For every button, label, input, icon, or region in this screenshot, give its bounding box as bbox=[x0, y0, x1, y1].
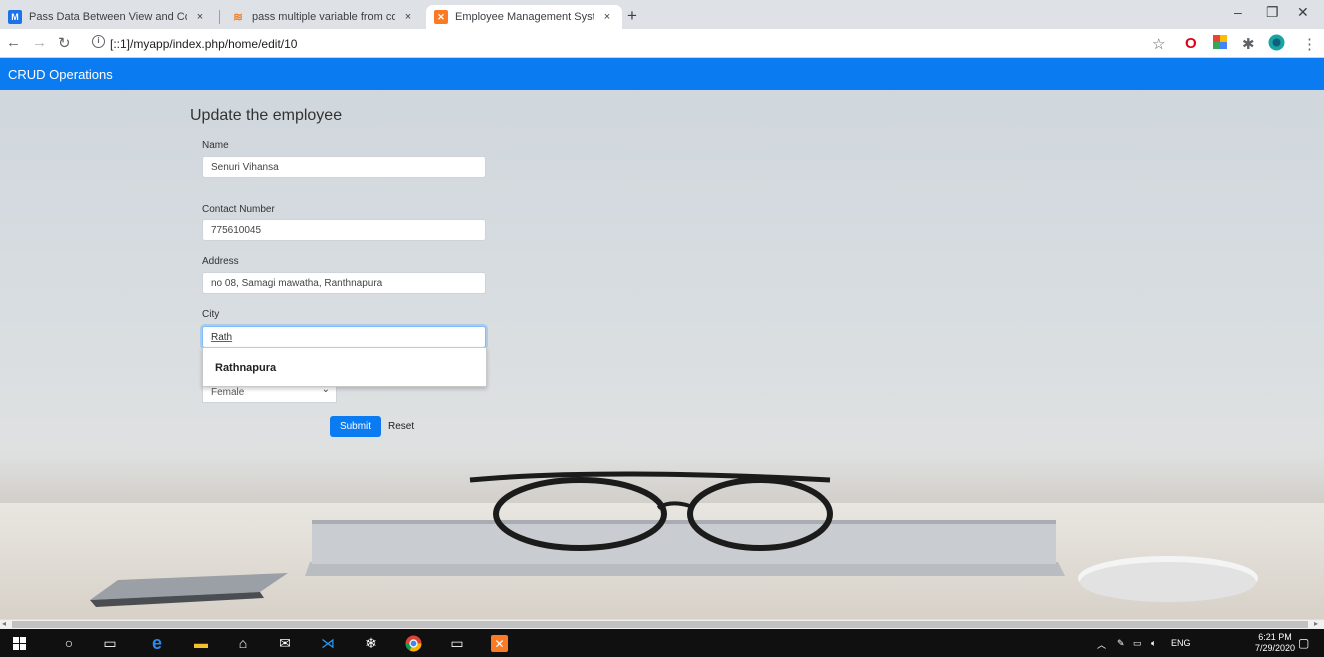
reset-button[interactable]: Reset bbox=[388, 416, 414, 437]
clock-time: 6:21 PM bbox=[1258, 632, 1292, 642]
windows-taskbar: ○ ▭ e ▬ ⌂ ✉ ⋊ ❄ ▭ ✕ ︿ ✎ ▭ 🔈︎ ENG 6:21 PM… bbox=[0, 629, 1324, 657]
address-bar[interactable]: [::1]/myapp/index.php/home/edit/10 bbox=[110, 37, 297, 51]
chevron-up-icon[interactable]: ︿ bbox=[1097, 638, 1106, 651]
xampp-icon: ✕ bbox=[434, 10, 448, 24]
terminal-icon[interactable]: ▭ bbox=[446, 633, 468, 653]
forward-arrow-icon[interactable]: → bbox=[32, 34, 47, 51]
opera-extension-icon[interactable]: O bbox=[1185, 35, 1197, 52]
back-arrow-icon[interactable]: ← bbox=[6, 34, 21, 51]
vscode-icon[interactable]: ⋊ bbox=[317, 633, 339, 653]
navbar: CRUD Operations bbox=[0, 58, 1324, 90]
edge-browser-icon[interactable]: e bbox=[146, 633, 168, 653]
tab-pass-multiple-variable[interactable]: ≋ pass multiple variable from contr × bbox=[223, 5, 423, 29]
start-windows-icon[interactable] bbox=[8, 633, 30, 653]
store-bag-icon[interactable]: ⌂ bbox=[232, 633, 254, 653]
scroll-left-icon[interactable]: ◂ bbox=[2, 619, 6, 628]
name-label: Name bbox=[202, 140, 229, 151]
profile-avatar[interactable] bbox=[1268, 34, 1285, 55]
city-autocomplete-dropdown: Rathnapura bbox=[202, 347, 487, 387]
task-view-icon[interactable]: ▭ bbox=[99, 633, 121, 653]
bookmark-star-icon[interactable]: ☆ bbox=[1152, 35, 1165, 53]
tab-pass-data[interactable]: M Pass Data Between View and Cor × bbox=[0, 5, 215, 29]
volume-icon[interactable]: 🔈︎ bbox=[1151, 638, 1156, 649]
pen-icon[interactable]: ✎ bbox=[1117, 638, 1125, 649]
system-clock[interactable]: 6:21 PM 7/29/2020 bbox=[1255, 632, 1295, 654]
reload-icon[interactable]: ↻ bbox=[58, 34, 71, 52]
browser-toolbar: ← → ↻ i [::1]/myapp/index.php/home/edit/… bbox=[0, 29, 1324, 58]
tab-employee-management[interactable]: ✕ Employee Management System × bbox=[426, 5, 622, 29]
xampp-taskbar-icon[interactable]: ✕ bbox=[488, 633, 510, 653]
autocomplete-option[interactable]: Rathnapura bbox=[215, 362, 276, 374]
city-input[interactable]: Rath bbox=[202, 326, 486, 348]
close-window-button[interactable]: ✕ bbox=[1297, 4, 1309, 21]
tab-title: Pass Data Between View and Cor bbox=[29, 11, 187, 23]
language-indicator[interactable]: ENG bbox=[1171, 638, 1191, 648]
tab-title: pass multiple variable from contr bbox=[252, 11, 395, 23]
browser-tab-strip: M Pass Data Between View and Cor × ≋ pas… bbox=[0, 0, 1324, 29]
search-circle-icon[interactable]: ○ bbox=[58, 633, 80, 653]
stackoverflow-icon: ≋ bbox=[232, 10, 244, 24]
chevron-down-icon: ⌄ bbox=[321, 387, 330, 395]
scrollbar-thumb[interactable] bbox=[12, 621, 1308, 628]
color-extension-icon[interactable] bbox=[1213, 35, 1227, 53]
contact-number-label: Contact Number bbox=[202, 204, 275, 215]
chrome-icon[interactable] bbox=[402, 633, 424, 653]
address-label: Address bbox=[202, 256, 239, 267]
new-tab-button[interactable]: + bbox=[627, 6, 637, 26]
close-icon[interactable]: × bbox=[600, 11, 614, 23]
mail-icon[interactable]: ✉ bbox=[274, 633, 296, 653]
extensions-puzzle-icon[interactable]: ✱ bbox=[1242, 35, 1255, 53]
svg-text:✕: ✕ bbox=[494, 637, 504, 651]
horizontal-scrollbar[interactable]: ◂ ▸ bbox=[0, 619, 1324, 629]
scroll-right-icon[interactable]: ▸ bbox=[1314, 619, 1318, 628]
gender-select[interactable]: Female ⌄ bbox=[202, 387, 337, 403]
submit-button[interactable]: Submit bbox=[330, 416, 381, 437]
m-logo-icon: M bbox=[8, 10, 22, 24]
desk-photo-objects bbox=[90, 471, 1258, 607]
notification-icon[interactable]: ▢ bbox=[1298, 636, 1309, 650]
page-viewport: CRUD Operations Update the employee Name… bbox=[0, 58, 1324, 619]
clock-date: 7/29/2020 bbox=[1255, 643, 1296, 653]
maximize-button[interactable]: ❐ bbox=[1266, 4, 1279, 21]
address-input[interactable] bbox=[202, 272, 486, 294]
tab-title: Employee Management System bbox=[455, 11, 594, 23]
close-icon[interactable]: × bbox=[193, 11, 207, 23]
battery-icon[interactable]: ▭ bbox=[1133, 638, 1142, 649]
minimize-button[interactable]: – bbox=[1234, 4, 1242, 20]
contact-number-input[interactable] bbox=[202, 219, 486, 241]
info-icon[interactable]: i bbox=[92, 35, 105, 48]
close-icon[interactable]: × bbox=[401, 11, 415, 23]
file-explorer-icon[interactable]: ▬ bbox=[190, 633, 212, 653]
name-input[interactable] bbox=[202, 156, 486, 178]
snowflake-app-icon[interactable]: ❄ bbox=[360, 633, 382, 653]
city-input-value: Rath bbox=[211, 332, 233, 343]
more-menu-icon[interactable]: ⋮ bbox=[1302, 35, 1317, 53]
page-title: Update the employee bbox=[190, 107, 343, 124]
tab-divider bbox=[219, 10, 220, 24]
gender-selected-value: Female bbox=[211, 387, 245, 398]
navbar-brand[interactable]: CRUD Operations bbox=[8, 67, 113, 82]
city-label: City bbox=[202, 309, 220, 320]
